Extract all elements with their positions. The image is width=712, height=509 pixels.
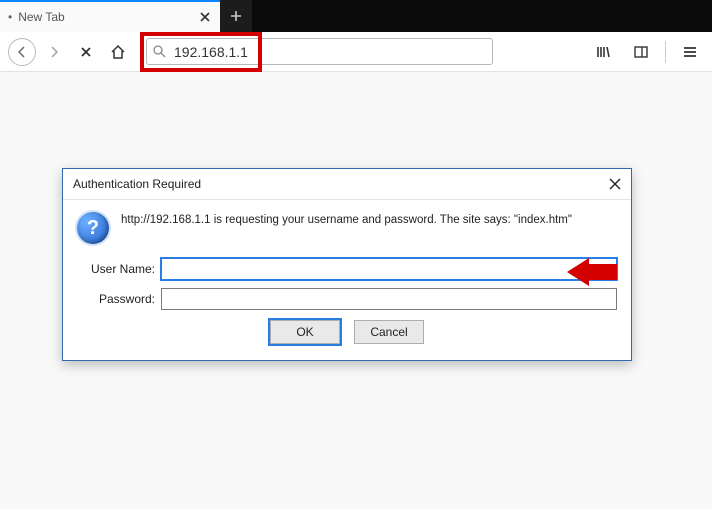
tab-close-button[interactable] [198, 10, 212, 24]
hamburger-icon [682, 44, 698, 60]
dialog-titlebar: Authentication Required [63, 169, 631, 200]
browser-tab[interactable]: • New Tab [0, 0, 220, 32]
urlbar[interactable] [146, 38, 493, 65]
username-label: User Name: [77, 262, 155, 276]
library-button[interactable] [589, 38, 617, 66]
password-input[interactable] [161, 288, 617, 310]
menu-button[interactable] [676, 38, 704, 66]
dialog-title: Authentication Required [73, 177, 201, 191]
toolbar [0, 32, 712, 72]
close-icon [79, 45, 93, 59]
ok-button[interactable]: OK [270, 320, 340, 344]
username-input[interactable] [161, 258, 617, 280]
close-icon [609, 178, 621, 190]
tab-bar: • New Tab [0, 0, 712, 32]
arrow-left-icon [15, 45, 29, 59]
back-button[interactable] [8, 38, 36, 66]
loading-dot-icon: • [8, 10, 12, 24]
plus-icon [230, 10, 242, 22]
arrow-right-icon [47, 45, 61, 59]
toolbar-right [589, 38, 704, 66]
new-tab-button[interactable] [220, 0, 252, 32]
home-icon [110, 44, 126, 60]
close-icon [200, 12, 210, 22]
auth-dialog: Authentication Required ? http://192.168… [62, 168, 632, 361]
forward-button[interactable] [40, 38, 68, 66]
question-icon: ? [77, 212, 109, 244]
separator [665, 41, 666, 63]
tab-title: New Tab [18, 10, 198, 24]
library-icon [595, 44, 611, 60]
url-input[interactable] [172, 43, 486, 61]
search-icon [153, 45, 166, 58]
username-row: User Name: [77, 258, 617, 280]
dialog-close-button[interactable] [609, 178, 621, 190]
password-row: Password: [77, 288, 617, 310]
cancel-button[interactable]: Cancel [354, 320, 424, 344]
password-label: Password: [77, 292, 155, 306]
dialog-message: http://192.168.1.1 is requesting your us… [121, 214, 572, 226]
dialog-buttons: OK Cancel [77, 320, 617, 344]
home-button[interactable] [104, 38, 132, 66]
dialog-body: ? http://192.168.1.1 is requesting your … [63, 200, 631, 360]
sidebar-icon [633, 44, 649, 60]
page-content: Authentication Required ? http://192.168… [0, 72, 712, 509]
stop-button[interactable] [72, 38, 100, 66]
urlbar-container [146, 38, 493, 65]
sidebar-button[interactable] [627, 38, 655, 66]
